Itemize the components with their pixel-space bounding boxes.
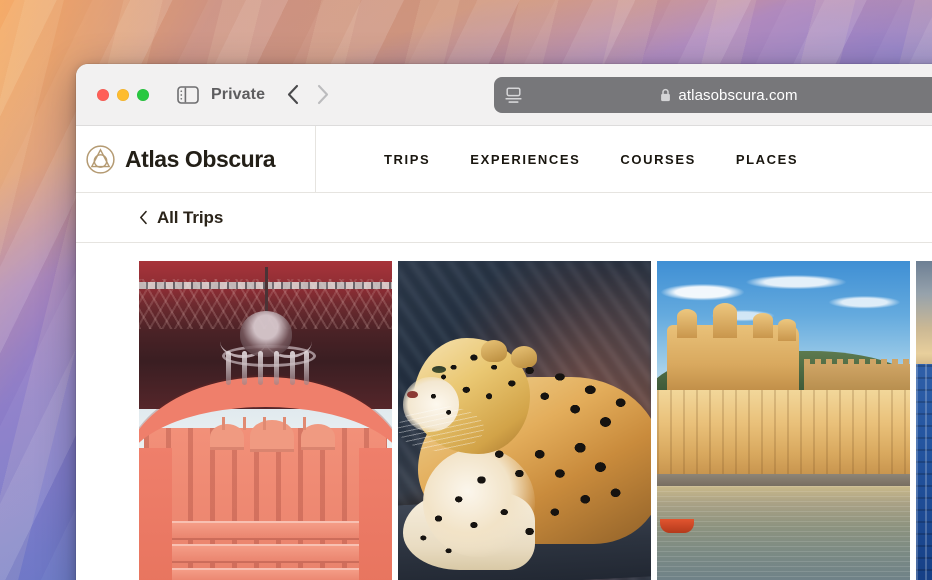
back-button[interactable] [287,84,300,105]
gallery-card-jaipur-pink-palace[interactable] [139,261,392,580]
private-mode-label: Private [211,85,266,103]
jaipur-scene [139,261,392,580]
main-navigation: TRIPS EXPERIENCES COURSES PLACES [384,152,798,167]
brand-name: Atlas Obscura [125,145,276,172]
site-header: Atlas Obscura TRIPS EXPERIENCES COURSES … [76,126,932,193]
nav-item-places[interactable]: PLACES [736,152,798,167]
sidebar-icon [177,85,199,104]
gallery-card-jodhpur-blue-city[interactable] [916,261,932,580]
navigation-arrows [287,84,329,105]
nav-item-experiences[interactable]: EXPERIENCES [470,152,580,167]
trip-image-gallery [76,243,932,580]
forward-button[interactable] [316,84,329,105]
jaipur-arch [139,376,392,580]
gallery-card-leopard-on-rocks[interactable] [398,261,651,580]
nav-item-courses[interactable]: COURSES [620,152,696,167]
safari-window: Private atlasobscura.com Atlas Obscura T… [76,64,932,580]
atlas-obscura-emblem-icon [85,144,116,175]
jodhpur-scene [916,261,932,580]
address-bar[interactable]: atlasobscura.com [494,77,932,113]
browser-toolbar: Private atlasobscura.com [76,64,932,126]
udaipur-scene [657,261,910,580]
close-window-button[interactable] [97,88,109,101]
gallery-card-udaipur-lake-palace[interactable] [657,261,910,580]
url-text: atlasobscura.com [678,86,798,104]
lock-icon [660,88,671,102]
chevron-left-icon [139,210,148,225]
maximize-window-button[interactable] [137,88,149,101]
leopard-scene [398,261,651,580]
nav-item-trips[interactable]: TRIPS [384,152,430,167]
minimize-window-button[interactable] [117,88,129,101]
window-controls [97,88,149,101]
brand-home-link[interactable]: Atlas Obscura [76,126,316,192]
breadcrumb: All Trips [76,193,932,243]
reader-view-icon[interactable] [504,86,523,104]
all-trips-back-link[interactable]: All Trips [139,208,223,228]
breadcrumb-label: All Trips [157,207,224,227]
address-bar-content: atlasobscura.com [494,87,932,104]
desktop: Private atlasobscura.com Atlas Obscura T… [0,0,932,580]
sidebar-toggle-button[interactable]: Private [177,86,265,104]
